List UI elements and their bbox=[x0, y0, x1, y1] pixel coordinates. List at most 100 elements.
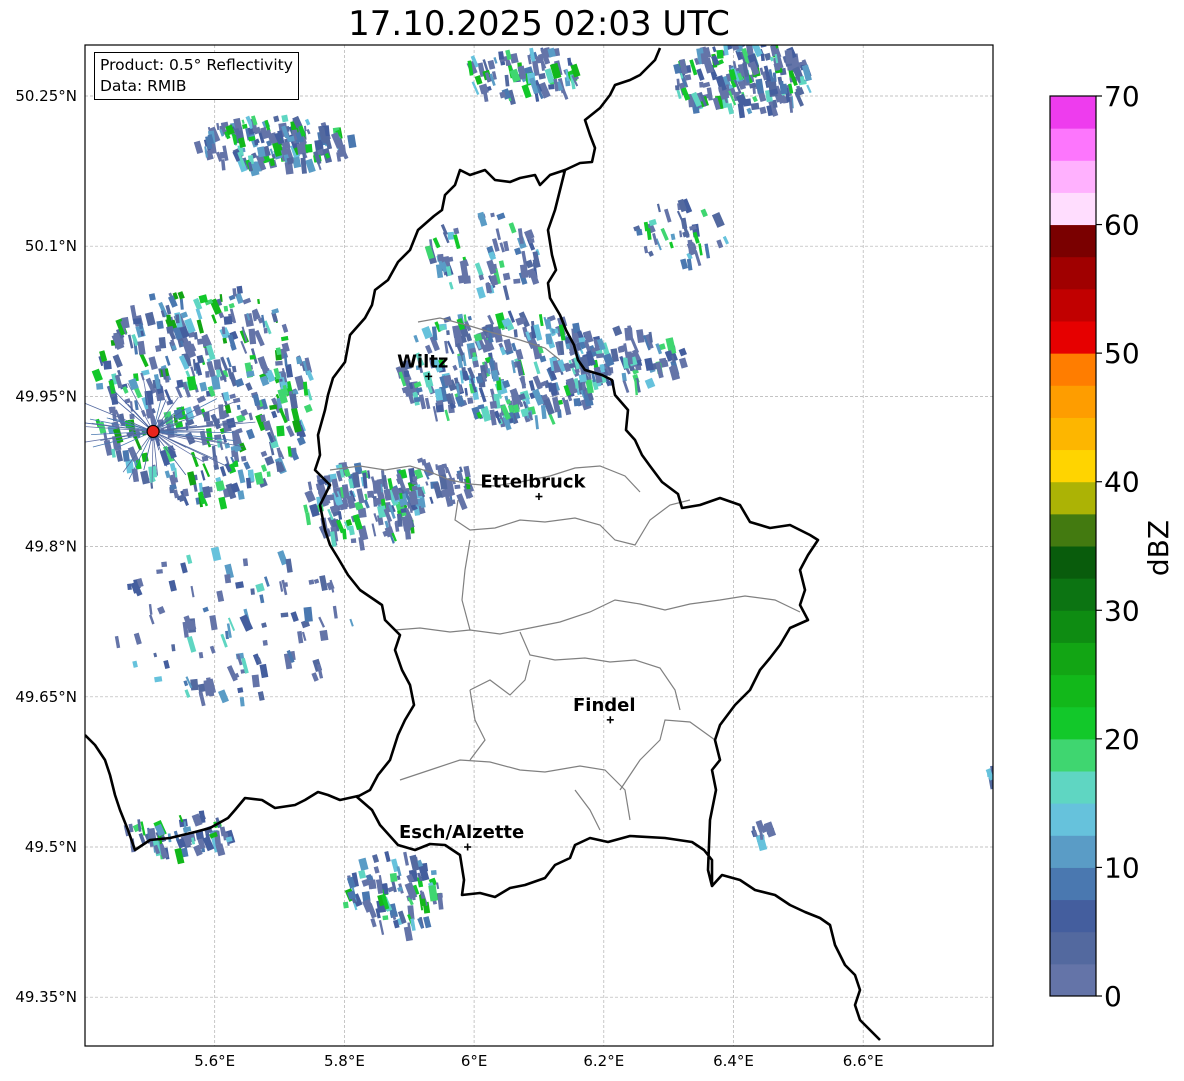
echo-cell bbox=[276, 425, 285, 437]
colorbar-segment bbox=[1050, 481, 1096, 515]
echo-cell bbox=[251, 674, 260, 688]
colorbar-segment bbox=[1050, 867, 1096, 901]
colorbar-segment bbox=[1050, 321, 1096, 354]
y-tick-label: 49.95°N bbox=[15, 387, 77, 405]
x-tick-label: 6.2°E bbox=[583, 1052, 624, 1070]
colorbar-segment bbox=[1050, 417, 1096, 451]
echo-cell bbox=[190, 678, 199, 691]
product-info-box: Product: 0.5° Reflectivity Data: RMIB bbox=[94, 52, 299, 100]
colorbar-segment bbox=[1050, 771, 1096, 804]
colorbar-segment bbox=[1050, 160, 1096, 193]
colorbar-tick-label: 70 bbox=[1104, 80, 1140, 113]
colorbar: 0 10 20 30 40 50 60 70 dBZ bbox=[1049, 80, 1175, 1013]
echo-cell bbox=[430, 870, 437, 876]
city-label: Findel bbox=[573, 695, 636, 716]
colorbar-segment bbox=[1050, 706, 1096, 740]
echo-cell bbox=[684, 74, 692, 81]
echo-cell bbox=[490, 212, 495, 218]
echo-cell bbox=[446, 330, 450, 336]
colorbar-segment bbox=[1050, 513, 1096, 547]
echo-cell bbox=[224, 574, 232, 584]
echo-cell bbox=[400, 508, 407, 514]
product-text: Product: 0.5° Reflectivity bbox=[100, 56, 293, 74]
colorbar-segment bbox=[1050, 128, 1096, 161]
echo-cell bbox=[127, 583, 132, 591]
echo-cell bbox=[242, 558, 249, 567]
echo-cell bbox=[389, 872, 398, 883]
echo-cell bbox=[237, 687, 244, 694]
y-tick-label: 49.35°N bbox=[15, 988, 77, 1006]
echo-cell bbox=[262, 639, 268, 646]
echo-cell bbox=[325, 494, 335, 501]
colorbar-segment bbox=[1050, 192, 1096, 226]
colorbar-segment bbox=[1050, 963, 1096, 997]
colorbar-segment bbox=[1050, 674, 1096, 708]
y-tick-label: 49.8°N bbox=[25, 538, 77, 556]
echo-cell bbox=[286, 157, 294, 165]
echo-cell bbox=[166, 325, 174, 334]
colorbar-tick-label: 60 bbox=[1104, 209, 1140, 242]
colorbar-segment bbox=[1050, 449, 1096, 483]
colorbar-segment bbox=[1050, 353, 1096, 386]
echo-cell bbox=[372, 479, 382, 494]
echo-cell bbox=[509, 418, 514, 423]
echo-cell bbox=[635, 228, 643, 236]
echo-cell bbox=[156, 320, 164, 330]
echo-cell bbox=[417, 486, 423, 497]
echo-cell bbox=[263, 327, 268, 334]
echo-cell bbox=[699, 81, 704, 88]
colorbar-segment bbox=[1050, 224, 1096, 258]
echo-cell bbox=[214, 418, 220, 424]
echo-cell bbox=[760, 53, 765, 62]
colorbar-segment bbox=[1050, 96, 1096, 129]
echo-cell bbox=[994, 771, 1001, 777]
echo-cell bbox=[342, 901, 349, 909]
echo-cell bbox=[266, 471, 271, 477]
colorbar-segment bbox=[1050, 546, 1096, 579]
echo-cell bbox=[219, 151, 228, 159]
echo-cell bbox=[548, 84, 555, 90]
echo-cell bbox=[178, 818, 188, 828]
echo-cell bbox=[573, 398, 581, 407]
colorbar-segment bbox=[1050, 610, 1096, 643]
colorbar-segment bbox=[1050, 385, 1096, 418]
echo-cell bbox=[156, 569, 163, 574]
radar-site-marker bbox=[146, 424, 160, 439]
y-tick-label: 49.5°N bbox=[25, 838, 77, 856]
colorbar-tick-label: 0 bbox=[1104, 980, 1122, 1013]
echo-cell bbox=[382, 915, 389, 921]
y-tick-label: 50.25°N bbox=[15, 87, 77, 105]
x-tick-label: 6.4°E bbox=[713, 1052, 754, 1070]
echo-cell bbox=[472, 360, 480, 368]
colorbar-tick-label: 10 bbox=[1104, 851, 1140, 884]
echo-cell bbox=[367, 490, 374, 498]
x-tick-label: 5.8°E bbox=[324, 1052, 365, 1070]
colorbar-segment bbox=[1050, 899, 1096, 933]
echo-cell bbox=[716, 49, 724, 59]
x-tick-label: 6.6°E bbox=[843, 1052, 884, 1070]
city-label: Ettelbruck bbox=[480, 472, 586, 493]
echo-cell bbox=[498, 51, 504, 60]
y-axis-ticks: 50.25°N 50.1°N 49.95°N 49.8°N 49.65°N 49.5°N 4… bbox=[15, 87, 77, 1006]
colorbar-segment bbox=[1050, 642, 1096, 676]
echo-cell bbox=[103, 360, 112, 370]
echo-cell bbox=[305, 143, 313, 153]
echo-cell bbox=[303, 606, 313, 623]
echo-cell bbox=[223, 305, 229, 312]
echo-cell bbox=[350, 538, 357, 544]
echo-cell bbox=[132, 318, 142, 325]
echo-cell bbox=[129, 413, 135, 420]
y-tick-label: 49.65°N bbox=[15, 688, 77, 706]
echo-cell bbox=[413, 397, 421, 403]
echo-cell bbox=[993, 773, 1003, 788]
echo-cell bbox=[513, 278, 521, 284]
echo-cell bbox=[578, 337, 586, 343]
y-tick-label: 50.1°N bbox=[25, 237, 77, 255]
echo-cell bbox=[502, 272, 511, 281]
colorbar-unit-label: dBZ bbox=[1142, 520, 1175, 576]
echo-cell bbox=[250, 588, 255, 595]
city-label: Esch/Alzette bbox=[399, 822, 524, 843]
radar-map: WiltzEttelbruckFindelEsch/Alzette 5.6°E 5… bbox=[15, 44, 1175, 1070]
echo-cell bbox=[779, 83, 788, 95]
colorbar-segment bbox=[1050, 803, 1096, 836]
